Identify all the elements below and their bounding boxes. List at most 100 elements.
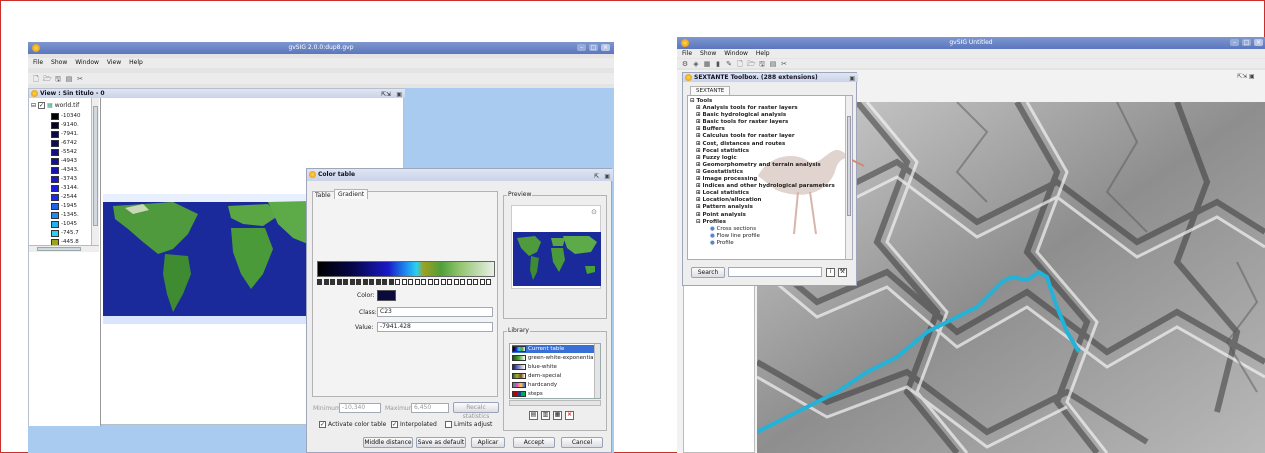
chart-icon[interactable]: ▮ [714, 60, 722, 68]
activate-checkbox[interactable]: ✓ Activate color table [319, 421, 386, 428]
tool-group[interactable]: ⊞ Basic hydrological analysis [696, 112, 786, 119]
gradient-stop[interactable] [434, 279, 439, 285]
middle-distance-button[interactable]: Middle distance [363, 437, 413, 448]
gradient-stop[interactable] [479, 279, 485, 285]
menu-show[interactable]: Show [51, 58, 67, 68]
sextante-tab[interactable]: SEXTANTE [690, 86, 731, 95]
tools-icon[interactable]: ✂ [76, 75, 84, 83]
tab-table[interactable]: Table [315, 191, 331, 200]
tool-group[interactable]: ⊞ Buffers [696, 126, 725, 133]
app-maximize-icon[interactable]: □ [1242, 39, 1251, 46]
menu-view[interactable]: View [107, 58, 121, 68]
tool-group[interactable]: ⊞ Image processing [696, 176, 757, 183]
color-swatch-button[interactable] [377, 290, 396, 301]
save-as-default-button[interactable]: Save as default [416, 437, 466, 448]
project-icon[interactable]: ▤ [65, 75, 73, 83]
tool-item[interactable]: ● Profile [710, 240, 734, 247]
gradient-stop[interactable] [414, 279, 420, 285]
gradient-stop[interactable] [375, 279, 381, 285]
gradient-stop[interactable] [362, 279, 368, 285]
menu-file[interactable]: File [33, 58, 43, 68]
layers-icon[interactable]: ◈ [692, 60, 700, 68]
new-icon[interactable]: 🗋 [736, 60, 744, 68]
tool-group[interactable]: ⊞ Fuzzy logic [696, 155, 737, 162]
dialog-restore-icon[interactable]: ⇱ [594, 171, 599, 183]
close-icon[interactable]: × [601, 44, 610, 51]
interpolated-check-box[interactable]: ✓ [391, 421, 398, 428]
gvsig-title-bar[interactable]: gvSIG 2.0.0:dup8.gvp – □ × [28, 42, 614, 54]
preview-info-icon[interactable]: ⊙ [591, 208, 597, 216]
gradient-stop[interactable] [453, 279, 459, 285]
grid-icon[interactable]: ▦ [703, 60, 711, 68]
gradient-stop[interactable] [460, 279, 465, 285]
library-hscrollbar[interactable] [509, 400, 601, 406]
tool-group[interactable]: ⊞ Indices and other hydrological paramet… [696, 183, 835, 190]
app-menu-window[interactable]: Window [724, 49, 748, 58]
view-close-icon[interactable]: ▣ [396, 90, 402, 99]
accept-button[interactable]: Accept [513, 437, 555, 448]
export-library-icon[interactable]: ▦ [553, 411, 562, 420]
tool-group[interactable]: ⊞ Location/allocation [696, 197, 761, 204]
aplicar-button[interactable]: Aplicar [471, 437, 505, 448]
tool-group[interactable]: ⊞ Point analysis [696, 212, 746, 219]
gradient-stop[interactable] [317, 279, 322, 285]
tool-item[interactable]: ● Flow line profile [710, 233, 760, 240]
app-minimize-icon[interactable]: – [1230, 39, 1239, 46]
app-menu-file[interactable]: File [682, 49, 692, 58]
menu-window[interactable]: Window [75, 58, 99, 68]
gradient-stop[interactable] [447, 279, 452, 285]
toc-layer[interactable]: ⊟ ✓ ▦ world.tif [31, 101, 79, 109]
app-menu-help[interactable]: Help [756, 49, 770, 58]
wrench-icon[interactable]: ✂ [780, 60, 788, 68]
search-button[interactable]: Search [691, 267, 725, 278]
app-menu-show[interactable]: Show [700, 49, 716, 58]
gradient-stop[interactable] [440, 279, 446, 285]
tool-group[interactable]: ⊞ Geomorphometry and terrain analysis [696, 162, 821, 169]
open-folder-icon[interactable]: 🗁 [747, 60, 756, 68]
tool-group[interactable]: ⊞ Calculus tools for raster layer [696, 133, 795, 140]
interpolated-checkbox[interactable]: ✓ Interpolated [391, 421, 437, 428]
color-table-title-bar[interactable]: Color table ⇱ ▣ [307, 169, 613, 181]
collapse-icon[interactable]: ⊟ [31, 102, 36, 109]
gradient-stop[interactable] [382, 279, 387, 285]
tool-group[interactable]: ⊟ Profiles [696, 219, 726, 226]
gradient-stop[interactable] [401, 279, 407, 285]
gradient-stop[interactable] [388, 279, 394, 285]
hscroll-thumb[interactable] [37, 247, 81, 251]
library-list[interactable]: Current table green-white-exponential blue… [509, 343, 601, 399]
library-item[interactable]: Current table [512, 345, 594, 353]
import-library-icon[interactable]: ▥ [541, 411, 550, 420]
gradient-stop[interactable] [323, 279, 329, 285]
activate-check-box[interactable]: ✓ [319, 421, 326, 428]
tool-group[interactable]: ⊞ Pattern analysis [696, 204, 753, 211]
gradient-stop[interactable] [473, 279, 478, 285]
gradient-stop[interactable] [369, 279, 374, 285]
gradient-stop[interactable] [408, 279, 413, 285]
maximize-icon[interactable]: □ [589, 44, 598, 51]
tool-group[interactable]: ⊞ Geostatistics [696, 169, 743, 176]
menu-help[interactable]: Help [129, 58, 143, 68]
delete-library-icon[interactable]: × [565, 411, 574, 420]
recalc-statistics-button[interactable]: Recalc statistics [453, 402, 499, 420]
save-library-icon[interactable]: ▤ [529, 411, 538, 420]
search-input[interactable] [728, 267, 822, 277]
view-title-bar[interactable]: View : Sin titulo - 0 ⇱⇲ ▣ [29, 89, 405, 98]
cancel-button[interactable]: Cancel [561, 437, 603, 448]
gradient-stop[interactable] [486, 279, 491, 285]
gear-icon[interactable]: ⚙ [681, 60, 689, 68]
tree-vscrollbar[interactable] [845, 96, 852, 259]
gradient-stop[interactable] [395, 279, 400, 285]
scroll-thumb[interactable] [93, 106, 98, 226]
tab-gradient[interactable]: Gradient [334, 189, 369, 199]
minimum-field[interactable]: -10,340 [339, 403, 381, 413]
dialog-close-icon[interactable]: ▣ [604, 171, 610, 183]
library-item[interactable]: hardcandy [512, 381, 594, 389]
gradient-stop[interactable] [330, 279, 335, 285]
class-field[interactable]: C23 [377, 307, 493, 317]
settings-icon[interactable]: ⚒ [838, 268, 847, 277]
app-close-icon[interactable]: × [1254, 39, 1263, 46]
tool-group[interactable]: ⊞ Focal statistics [696, 148, 749, 155]
library-item[interactable]: dem-special [512, 372, 594, 380]
tree-root-tools[interactable]: ⊟ Tools [690, 98, 712, 105]
save-icon[interactable]: 🖫 [54, 75, 62, 83]
